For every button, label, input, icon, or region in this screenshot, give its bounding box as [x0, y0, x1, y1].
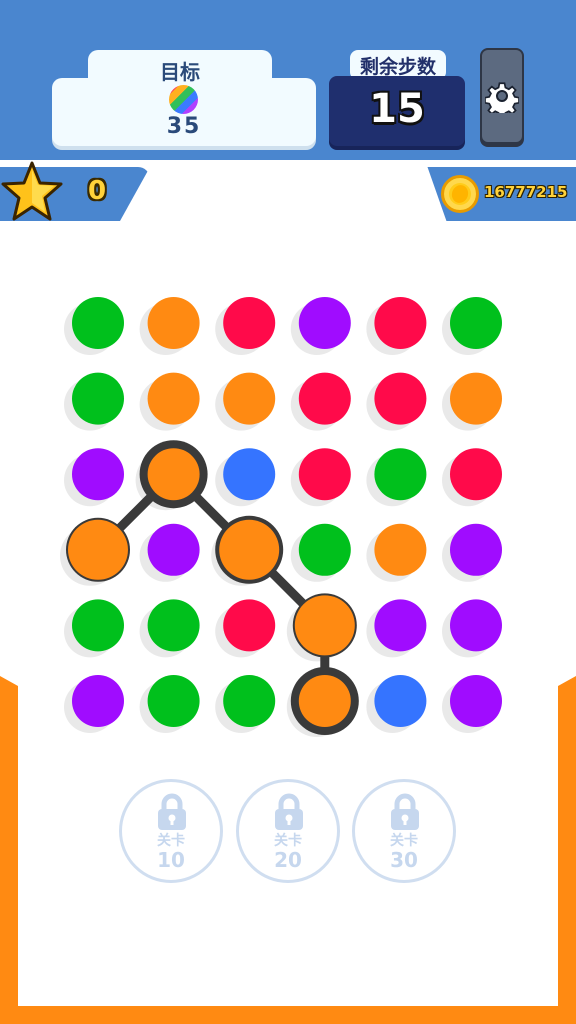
ball-purple[interactable] — [72, 675, 124, 727]
level-label: 关卡 — [274, 833, 302, 849]
ball-green[interactable] — [450, 297, 502, 349]
ball-red[interactable] — [374, 372, 427, 425]
ball-red[interactable] — [298, 448, 351, 501]
ball-purple[interactable] — [374, 599, 427, 652]
ball-orange[interactable] — [219, 519, 280, 580]
ball-orange[interactable] — [147, 448, 200, 501]
level-number: 30 — [390, 848, 418, 872]
ball-purple[interactable] — [450, 599, 502, 652]
level-label: 关卡 — [157, 833, 185, 849]
lock-icon — [275, 793, 303, 830]
ball-red[interactable] — [223, 297, 276, 349]
level-number: 20 — [274, 848, 302, 872]
ball-green[interactable] — [72, 297, 124, 349]
ball-green[interactable] — [72, 372, 124, 425]
ball-orange[interactable] — [147, 372, 200, 425]
selection-path — [94, 469, 330, 701]
ball-green[interactable] — [147, 675, 200, 727]
ball-purple[interactable] — [147, 523, 200, 576]
level-label: 关卡 — [390, 833, 418, 849]
ball-red[interactable] — [450, 448, 502, 501]
lock-icon — [158, 793, 186, 830]
ball-purple[interactable] — [450, 523, 502, 576]
ball-orange[interactable] — [223, 372, 276, 425]
ball-green[interactable] — [298, 523, 351, 576]
ball-green[interactable] — [374, 448, 427, 501]
locked-level-slot[interactable]: 关卡 10 — [119, 779, 223, 883]
ball-purple[interactable] — [72, 448, 124, 501]
ball-orange[interactable] — [147, 297, 200, 349]
ball-green[interactable] — [223, 675, 276, 727]
level-number: 10 — [157, 848, 185, 872]
locked-level-slot[interactable]: 关卡 20 — [236, 779, 340, 883]
ball-red[interactable] — [374, 297, 427, 349]
ball-orange[interactable] — [298, 675, 351, 727]
ball-purple[interactable] — [450, 675, 502, 727]
ball-green[interactable] — [72, 599, 124, 652]
ball-blue[interactable] — [223, 448, 276, 501]
ball-red[interactable] — [298, 372, 351, 425]
ball-orange[interactable] — [294, 595, 355, 656]
ball-purple[interactable] — [298, 297, 351, 349]
ball-orange[interactable] — [450, 372, 502, 425]
lock-icon — [391, 793, 419, 830]
ball-green[interactable] — [147, 599, 200, 652]
ball-orange[interactable] — [68, 519, 128, 580]
ball-red[interactable] — [223, 599, 276, 652]
ball-blue[interactable] — [374, 675, 427, 727]
ball-orange[interactable] — [374, 523, 427, 576]
locked-level-slot[interactable]: 关卡 30 — [352, 779, 456, 883]
